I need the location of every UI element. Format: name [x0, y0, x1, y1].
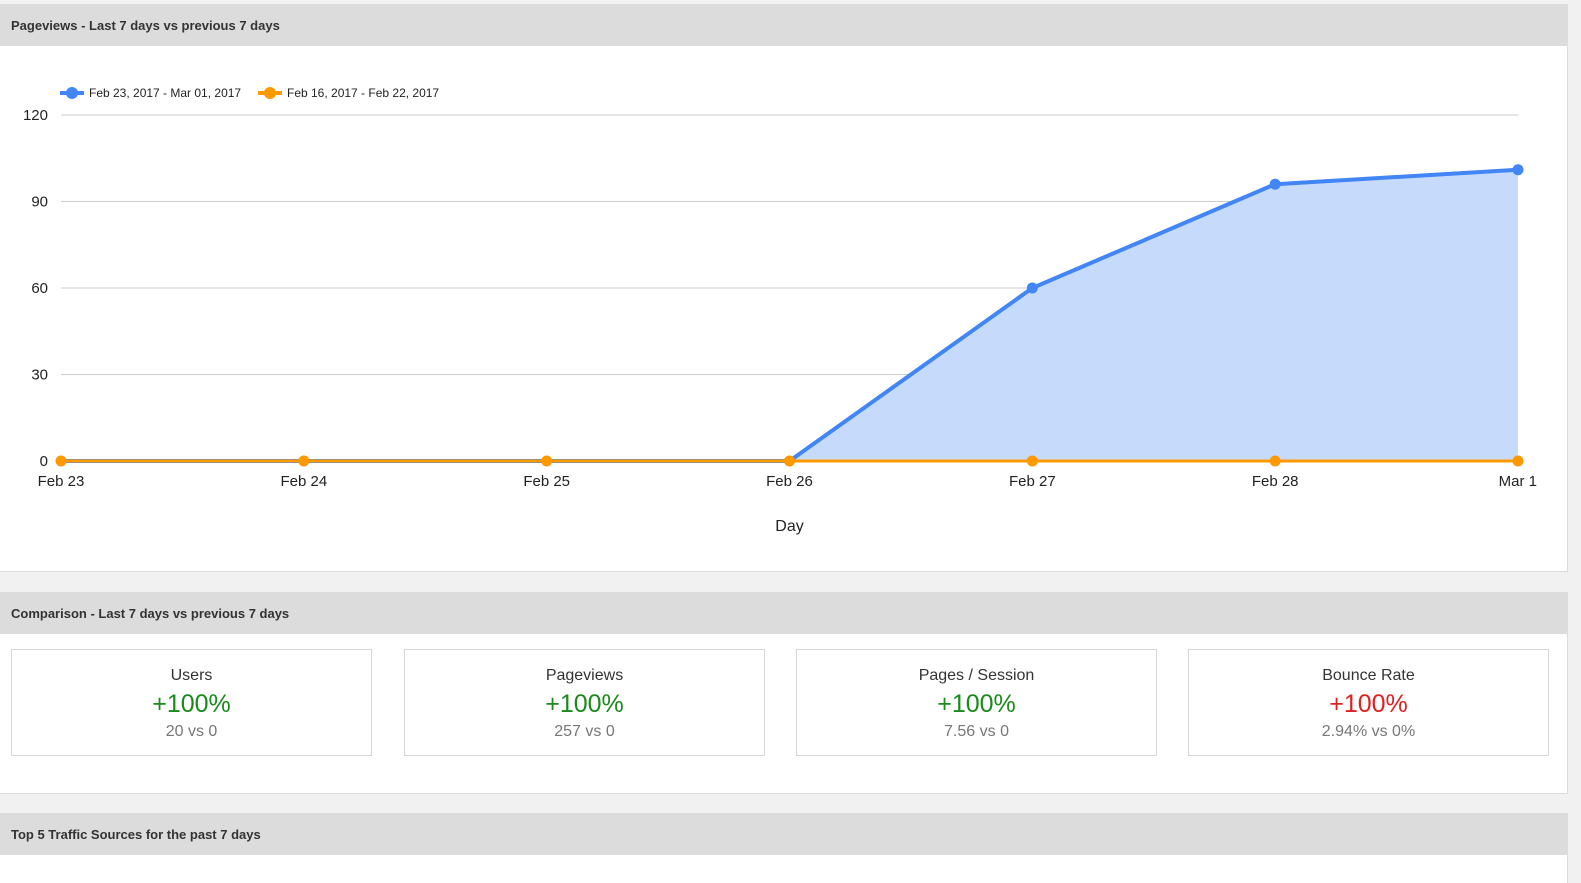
pageviews-chart: 0 30 60 90 120 Feb 23 Feb 24 Feb 25 Feb 26 Feb 27… [23, 86, 1537, 535]
card-title: Users [170, 667, 213, 684]
data-point-previous [785, 456, 794, 466]
y-tick-label: 0 [40, 453, 48, 470]
card-change: +100% [545, 690, 624, 718]
data-point-previous [1026, 455, 1038, 467]
x-tick-label: Feb 26 [766, 473, 813, 490]
card-change: +100% [152, 690, 231, 718]
x-axis-title: Day [775, 518, 803, 535]
comparison-cards: Users +100% 20 vs 0 Pageviews +100% 257 … [11, 649, 1551, 758]
comparison-panel-title: Comparison - Last 7 days vs previous 7 d… [0, 593, 1567, 634]
card-title: Pages / Session [918, 667, 1035, 684]
card-change: +100% [937, 690, 1016, 718]
legend-swatch-dot [66, 87, 78, 99]
x-tick-label: Feb 25 [523, 473, 570, 490]
traffic-sources-panel-title: Top 5 Traffic Sources for the past 7 day… [0, 814, 1567, 855]
data-point-previous [541, 455, 553, 467]
card-title: Pageviews [545, 667, 624, 684]
card-detail: 20 vs 0 [165, 723, 218, 740]
data-point-previous [298, 455, 310, 467]
y-tick-label: 30 [31, 367, 48, 384]
y-tick-label: 60 [31, 280, 48, 297]
card-detail: 257 vs 0 [554, 723, 615, 740]
y-tick-label: 90 [31, 194, 48, 211]
x-tick-label: Feb 27 [1009, 473, 1056, 490]
users-card: Users +100% 20 vs 0 [11, 649, 372, 756]
series-area-current [789, 169, 1518, 461]
pageviews-card: Pageviews +100% 257 vs 0 [404, 649, 765, 756]
x-tick-label: Feb 28 [1252, 473, 1299, 490]
bounce-rate-card: Bounce Rate +100% 2.94% vs 0% [1188, 649, 1549, 756]
data-point-previous [1512, 455, 1524, 467]
pageviews-panel: Pageviews - Last 7 days vs previous 7 da… [0, 4, 1568, 572]
legend-swatch-dot [264, 87, 276, 99]
data-point-current [1512, 164, 1524, 176]
card-change: +100% [1329, 690, 1408, 718]
card-detail: 2.94% vs 0% [1321, 723, 1416, 740]
comparison-panel: Comparison - Last 7 days vs previous 7 d… [0, 592, 1568, 794]
legend-label: Feb 16, 2017 - Feb 22, 2017 [287, 86, 439, 100]
card-detail: 7.56 vs 0 [944, 723, 1009, 740]
x-tick-label: Feb 24 [280, 473, 327, 490]
data-point-current [1269, 178, 1281, 190]
data-point-previous [55, 455, 67, 467]
legend-label: Feb 23, 2017 - Mar 01, 2017 [89, 86, 241, 100]
pageviews-panel-title: Pageviews - Last 7 days vs previous 7 da… [0, 5, 1567, 46]
card-title: Bounce Rate [1322, 667, 1415, 684]
traffic-sources-panel: Top 5 Traffic Sources for the past 7 day… [0, 813, 1568, 883]
data-point-current [1026, 282, 1038, 294]
y-tick-label: 120 [23, 107, 48, 124]
pages-per-session-card: Pages / Session +100% 7.56 vs 0 [796, 649, 1157, 756]
data-point-previous [1269, 455, 1281, 467]
x-tick-label: Mar 1 [1499, 473, 1537, 490]
x-tick-label: Feb 23 [38, 473, 85, 490]
